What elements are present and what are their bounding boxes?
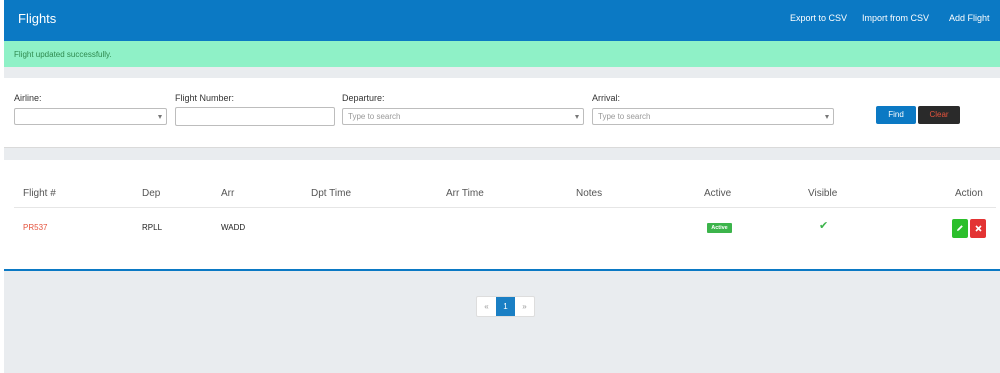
page-title: Flights	[18, 11, 57, 26]
page-button-1[interactable]: 1	[496, 297, 515, 316]
filter-panel: Airline: Flight Number: Departure: Type …	[4, 78, 1000, 148]
col-arr: Arr	[221, 188, 235, 199]
arrival-label: Arrival:	[592, 93, 621, 103]
departure-label: Departure:	[342, 93, 385, 103]
arrival-select[interactable]: Type to search	[592, 108, 834, 125]
close-icon	[974, 225, 982, 232]
arr-cell: WADD	[221, 223, 246, 232]
departure-select[interactable]: Type to search	[342, 108, 584, 125]
col-notes: Notes	[576, 188, 603, 199]
import-csv-link[interactable]: Import from CSV	[862, 13, 929, 23]
col-dep: Dep	[142, 188, 161, 199]
alert-message: Flight updated successfully.	[14, 50, 112, 59]
col-visible: Visible	[808, 188, 838, 199]
departure-placeholder: Type to search	[348, 112, 401, 121]
arrival-placeholder: Type to search	[598, 112, 651, 121]
pagination: « 1 »	[476, 296, 535, 317]
find-button[interactable]: Find	[876, 106, 916, 124]
add-flight-link[interactable]: Add Flight	[949, 13, 990, 23]
col-dpt-time: Dpt Time	[311, 188, 352, 199]
col-action: Action	[955, 188, 983, 199]
visible-check-icon: ✔	[819, 220, 829, 232]
chevron-down-icon	[575, 115, 579, 119]
pencil-icon	[957, 225, 963, 231]
edit-button[interactable]	[952, 219, 968, 238]
flight-number-label: Flight Number:	[175, 93, 235, 103]
airline-select[interactable]	[14, 108, 167, 125]
col-active: Active	[704, 188, 732, 199]
next-page-button[interactable]: »	[515, 297, 534, 316]
airline-label: Airline:	[14, 93, 42, 103]
col-arr-time: Arr Time	[446, 188, 484, 199]
chevron-down-icon	[158, 115, 162, 119]
active-badge: Active	[707, 223, 732, 233]
chevron-down-icon	[825, 115, 829, 119]
delete-button[interactable]	[970, 219, 986, 238]
col-flight: Flight #	[23, 188, 56, 199]
dep-cell: RPLL	[142, 223, 163, 232]
flight-number-input[interactable]	[175, 107, 335, 126]
flights-table: Flight # Dep Arr Dpt Time Arr Time Notes…	[4, 160, 1000, 271]
export-csv-link[interactable]: Export to CSV	[790, 13, 847, 23]
clear-button[interactable]: Clear	[918, 106, 960, 124]
header-divider	[14, 207, 996, 208]
success-alert: Flight updated successfully.	[4, 41, 1000, 67]
top-navbar: Flights Export to CSV Import from CSV Ad…	[4, 0, 1000, 41]
flight-number-link[interactable]: PR537	[23, 223, 47, 232]
prev-page-button[interactable]: «	[477, 297, 496, 316]
